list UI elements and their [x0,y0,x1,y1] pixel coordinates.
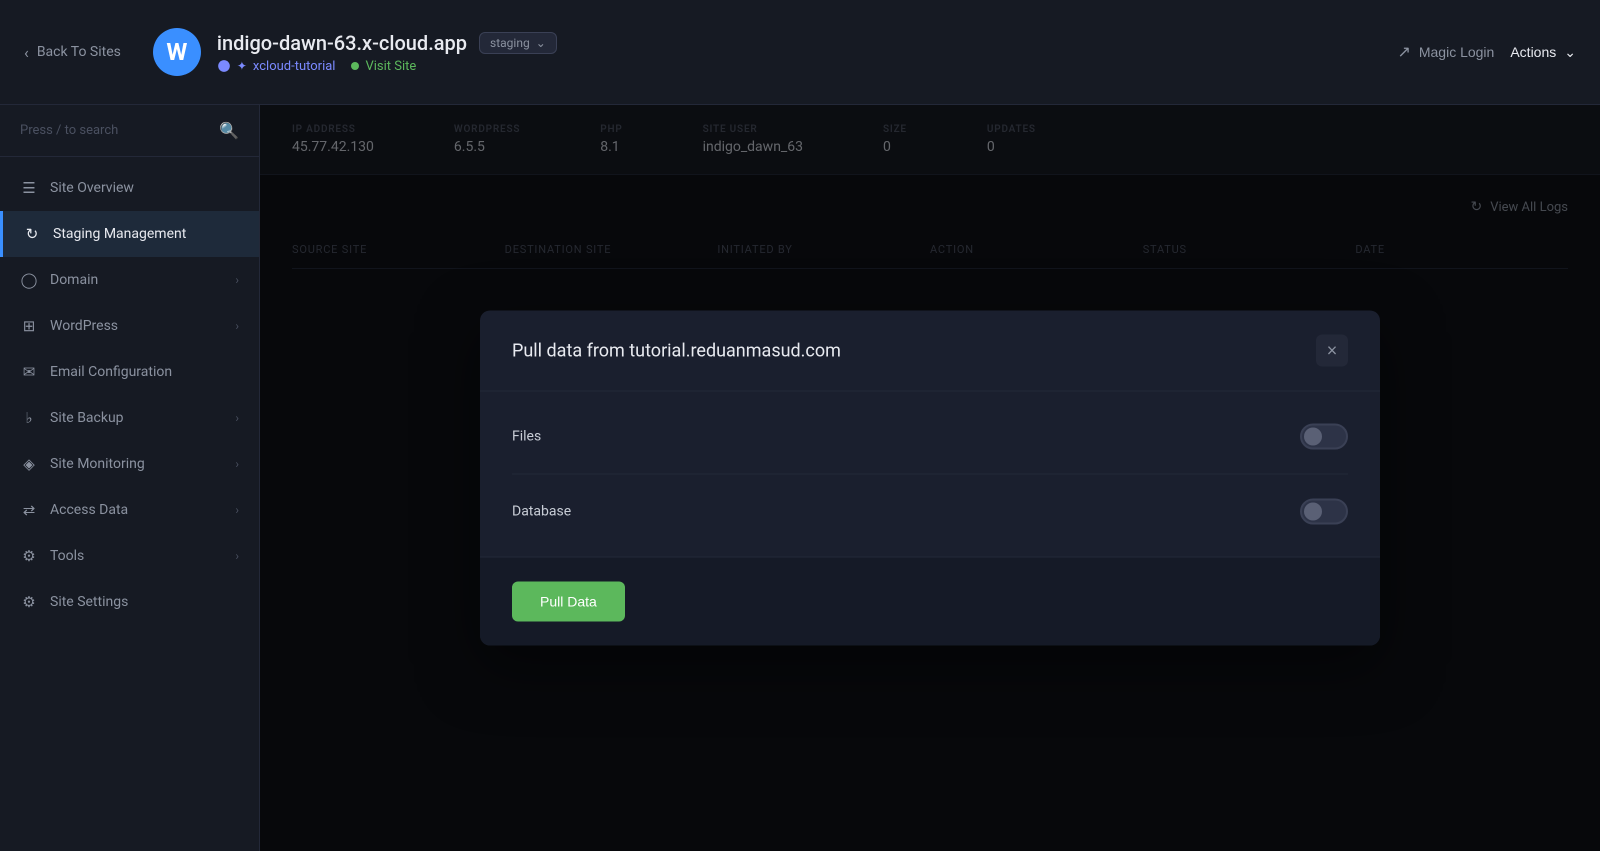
sidebar-item-staging-management[interactable]: ↻ Staging Management [0,211,259,257]
search-placeholder-text: Press / to search [20,123,209,138]
domain-label: Domain [50,272,223,288]
pull-data-label: Pull Data [540,594,597,610]
staging-badge[interactable]: staging ⌄ [479,32,557,54]
modal-footer: Pull Data [480,557,1380,646]
access-data-icon: ⇄ [20,501,38,519]
search-icon: 🔍 [219,121,239,140]
backup-icon: ♭ [20,409,38,427]
site-title-row: indigo-dawn-63.x-cloud.app staging ⌄ [217,31,557,55]
magic-login-label: Magic Login [1419,44,1495,60]
modal-close-button[interactable]: × [1316,335,1348,367]
sidebar-item-site-overview[interactable]: ☰ Site Overview [0,165,259,211]
modal-body: Files Database [480,392,1380,557]
close-icon: × [1327,340,1338,361]
actions-chevron-icon: ⌄ [1564,44,1576,61]
domain-arrow-icon: › [235,273,239,287]
sidebar-item-site-backup[interactable]: ♭ Site Backup › [0,395,259,441]
email-configuration-label: Email Configuration [50,364,239,380]
site-settings-icon: ⚙ [20,593,38,611]
sidebar-item-site-monitoring[interactable]: ◈ Site Monitoring › [0,441,259,487]
magic-login-button[interactable]: ↗ Magic Login [1397,42,1494,62]
tools-arrow-icon: › [235,549,239,563]
staging-management-label: Staging Management [53,226,239,242]
modal-title: Pull data from tutorial.reduanmasud.com [512,340,841,361]
email-icon: ✉ [20,363,38,381]
site-links: ✦ xcloud-tutorial Visit Site [217,59,557,74]
back-to-sites-button[interactable]: ‹ Back To Sites [24,43,121,62]
sidebar-item-domain[interactable]: ◯ Domain › [0,257,259,303]
tools-icon: ⚙ [20,547,38,565]
site-overview-icon: ☰ [20,179,38,197]
sidebar-item-access-data[interactable]: ⇄ Access Data › [0,487,259,533]
actions-label: Actions [1510,44,1556,60]
visit-site-label: Visit Site [365,59,416,74]
sidebar-nav: ☰ Site Overview ↻ Staging Management ◯ D… [0,157,259,851]
wordpress-icon: ⊞ [20,317,38,335]
xcloud-label: xcloud-tutorial [253,59,336,74]
wordpress-arrow-icon: › [235,319,239,333]
sidebar: Press / to search 🔍 ☰ Site Overview ↻ St… [0,105,260,851]
header-actions: ↗ Magic Login Actions ⌄ [1397,42,1576,62]
modal-header: Pull data from tutorial.reduanmasud.com … [480,311,1380,392]
files-toggle[interactable] [1300,424,1348,450]
monitoring-icon: ◈ [20,455,38,473]
access-data-label: Access Data [50,502,223,518]
database-row: Database [512,475,1348,549]
site-monitoring-label: Site Monitoring [50,456,223,472]
sidebar-item-wordpress[interactable]: ⊞ WordPress › [0,303,259,349]
actions-button[interactable]: Actions ⌄ [1510,44,1576,61]
chevron-left-icon: ‹ [24,43,29,62]
site-backup-label: Site Backup [50,410,223,426]
sidebar-item-email-configuration[interactable]: ✉ Email Configuration [0,349,259,395]
pull-data-modal: Pull data from tutorial.reduanmasud.com … [480,311,1380,646]
database-toggle[interactable] [1300,499,1348,525]
staging-label: staging [490,36,530,50]
site-overview-label: Site Overview [50,180,239,196]
pull-data-button[interactable]: Pull Data [512,582,625,622]
sidebar-item-tools[interactable]: ⚙ Tools › [0,533,259,579]
xcloud-link[interactable]: ✦ xcloud-tutorial [217,59,336,74]
sidebar-item-site-settings[interactable]: ⚙ Site Settings [0,579,259,625]
xcloud-icon: ✦ [237,59,247,73]
back-to-sites-label: Back To Sites [37,44,121,60]
visit-site-link[interactable]: Visit Site [351,59,416,74]
site-logo: W [153,28,201,76]
magic-login-icon: ↗ [1397,42,1410,62]
files-row: Files [512,400,1348,475]
access-data-arrow-icon: › [235,503,239,517]
site-name: indigo-dawn-63.x-cloud.app [217,31,467,55]
backup-arrow-icon: › [235,411,239,425]
chevron-down-icon: ⌄ [536,36,546,50]
site-info: indigo-dawn-63.x-cloud.app staging ⌄ ✦ x… [217,31,557,74]
search-box[interactable]: Press / to search 🔍 [0,105,259,157]
content-area: IP ADDRESS 45.77.42.130 WORDPRESS 6.5.5 … [260,105,1600,851]
domain-icon: ◯ [20,271,38,289]
database-label: Database [512,504,571,520]
files-label: Files [512,429,541,445]
tools-label: Tools [50,548,223,564]
monitoring-arrow-icon: › [235,457,239,471]
wordpress-label: WordPress [50,318,223,334]
header: ‹ Back To Sites W indigo-dawn-63.x-cloud… [0,0,1600,105]
staging-management-icon: ↻ [23,225,41,243]
online-indicator-icon [351,62,359,70]
site-settings-label: Site Settings [50,594,239,610]
main-layout: Press / to search 🔍 ☰ Site Overview ↻ St… [0,105,1600,851]
